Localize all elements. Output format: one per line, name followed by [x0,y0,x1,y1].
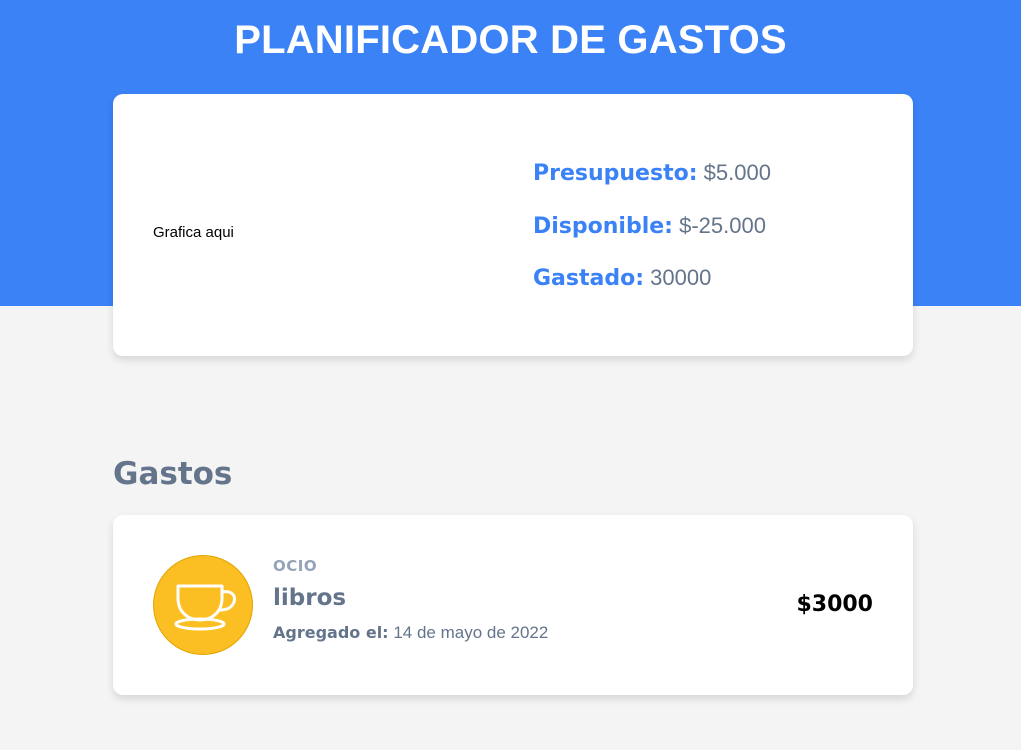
chart-placeholder: Grafica aqui [153,224,234,241]
app-title: PLANIFICADOR DE GASTOS [234,18,787,62]
expense-date-label: Agregado el: [273,623,389,642]
cup-icon [153,555,253,655]
budget-available-value: $-25.000 [679,213,766,238]
budget-available: Disponible: $-25.000 [533,213,766,239]
budget-card: Grafica aqui Presupuesto: $5.000 Disponi… [113,94,913,356]
budget-total-label: Presupuesto: [533,161,698,186]
budget-total-value: $5.000 [703,160,771,185]
cup-icon-graphic [174,584,236,631]
expenses-section-title: Gastos [113,456,233,492]
budget-available-label: Disponible: [533,214,673,239]
expense-list-item[interactable]: OCIO libros Agregado el: 14 de mayo de 2… [113,515,913,695]
expense-category: OCIO [273,557,318,575]
budget-total: Presupuesto: $5.000 [533,160,771,186]
expense-date: Agregado el: 14 de mayo de 2022 [273,623,548,643]
expense-name: libros [273,585,347,611]
budget-spent-label: Gastado: [533,266,645,291]
expense-date-value: 14 de mayo de 2022 [393,623,549,642]
budget-spent-value: 30000 [650,265,712,290]
budget-spent: Gastado: 30000 [533,265,711,291]
expense-amount: $3000 [796,592,873,617]
